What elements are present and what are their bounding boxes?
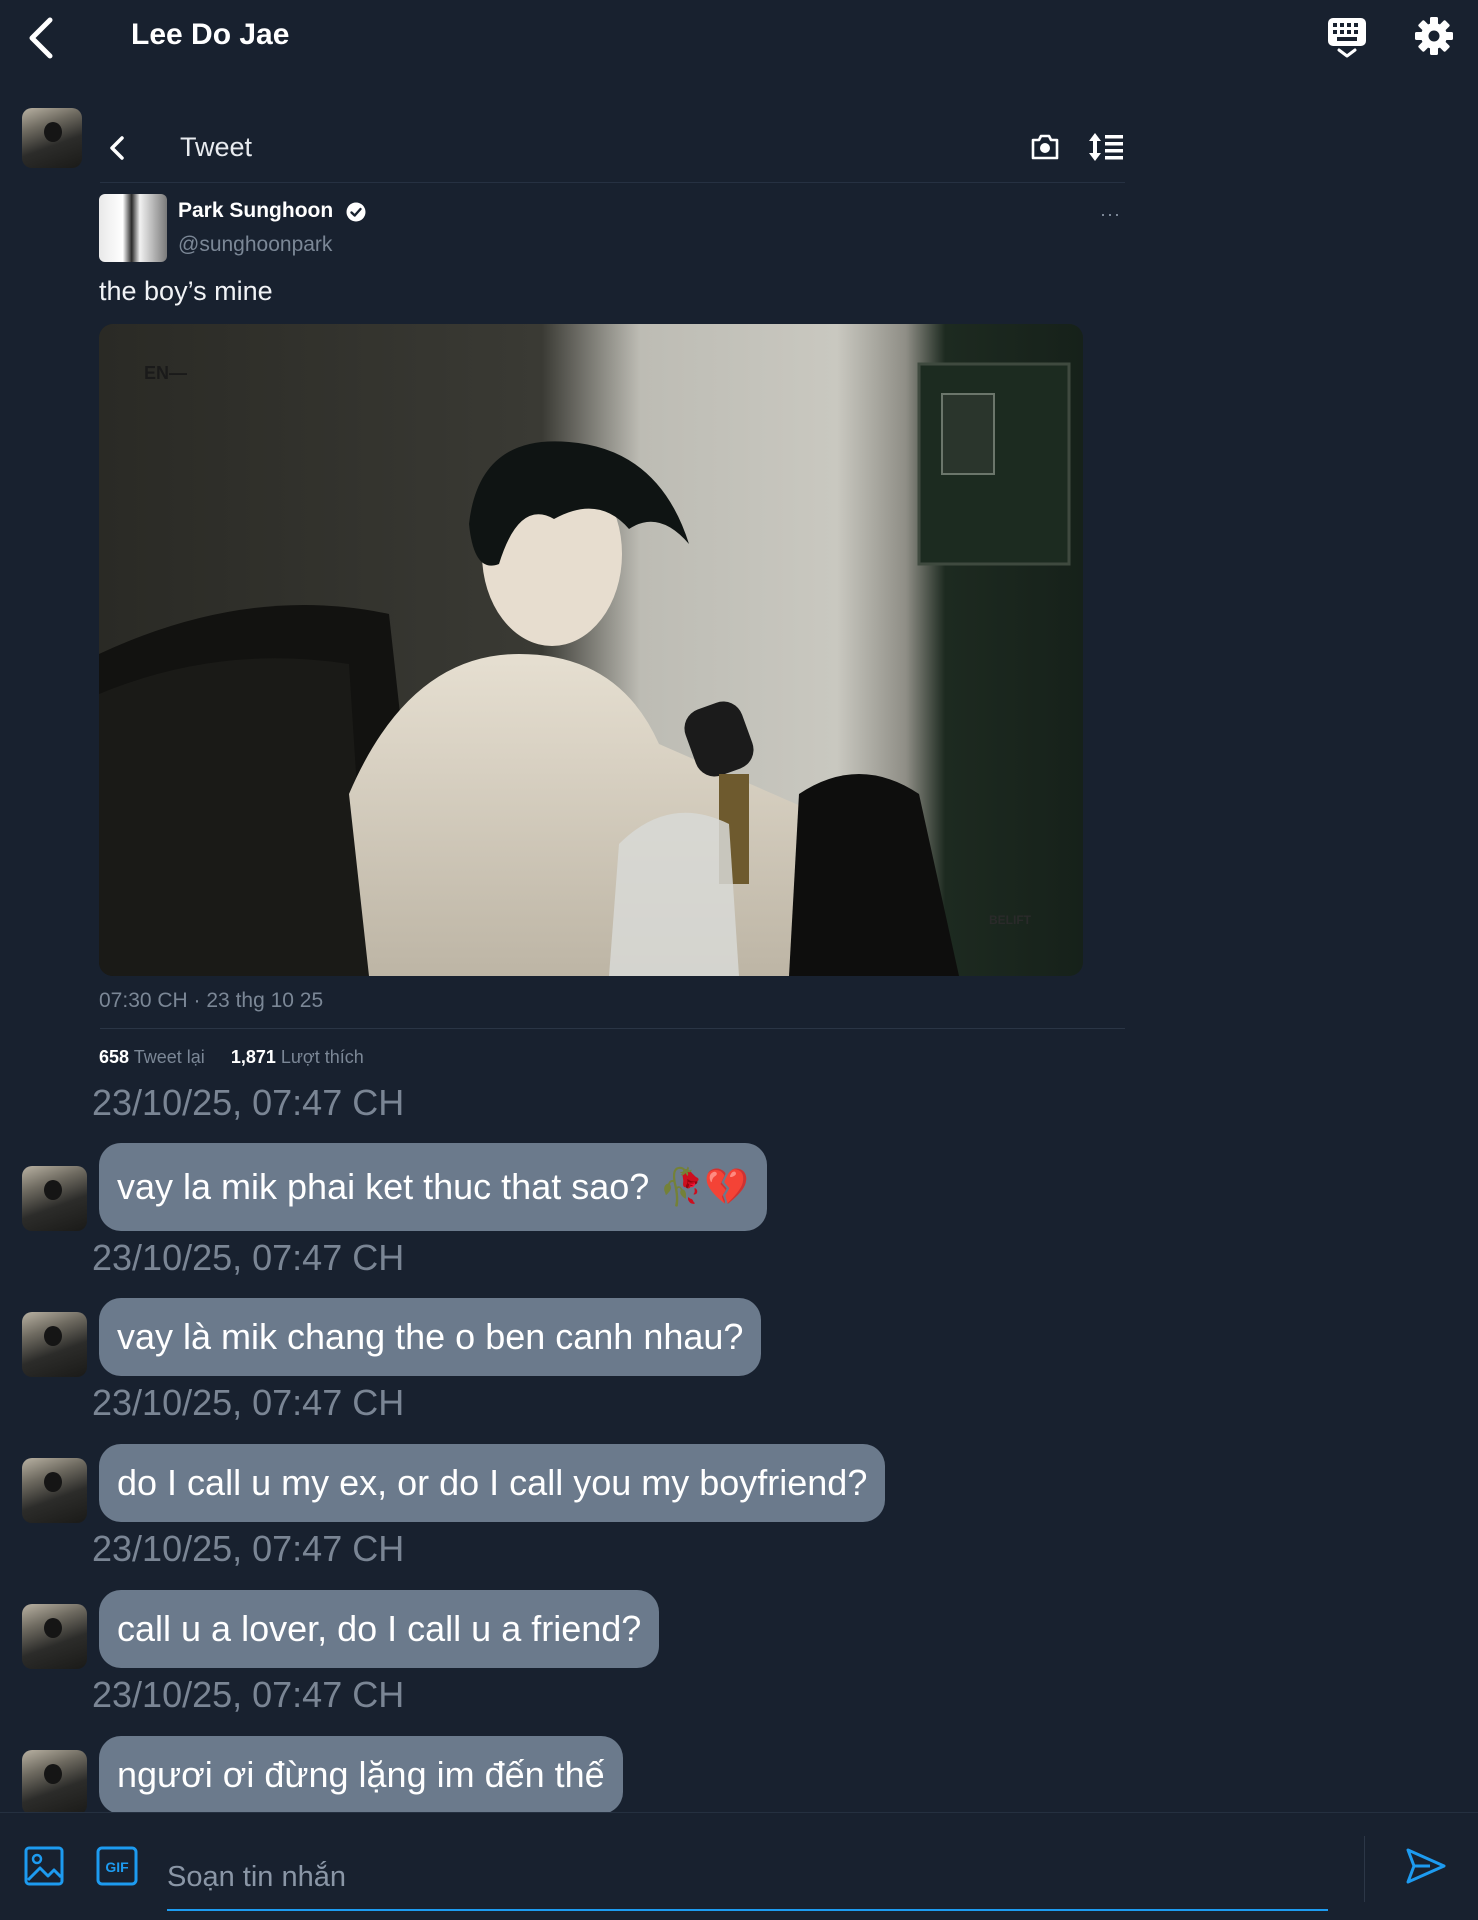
tweet-author-handle: @sunghoonpark	[178, 233, 333, 256]
tweet-back-button[interactable]	[104, 132, 130, 164]
message-bubble[interactable]: ngươi ơi đừng lặng im đến thế	[99, 1736, 623, 1814]
sort-button[interactable]	[1089, 131, 1125, 163]
gif-icon: GIF	[96, 1846, 138, 1886]
attach-gif-button[interactable]: GIF	[96, 1846, 138, 1886]
tweet-text: the boy’s mine	[99, 276, 273, 306]
like-label[interactable]: Lượt thích	[281, 1047, 364, 1067]
message-timestamp: 23/10/25, 07:47 CH	[92, 1237, 405, 1278]
verified-badge	[346, 202, 366, 222]
message-bubble[interactable]: vay là mik chang the o ben canh nhau?	[99, 1298, 762, 1376]
attach-image-button[interactable]	[24, 1846, 64, 1886]
message-bubble[interactable]: call u a lover, do I call u a friend?	[99, 1590, 660, 1668]
photo-illustration: EN— BELIFT	[99, 324, 1083, 976]
sender-avatar[interactable]	[22, 108, 82, 168]
verified-badge-icon	[346, 202, 366, 222]
tweet-stats: 658 Tweet lại 1,871 Lượt thích	[99, 1047, 364, 1068]
message-timestamp: 23/10/25, 07:47 CH	[92, 1674, 405, 1715]
retweet-label[interactable]: Tweet lại	[134, 1047, 205, 1067]
message-bubble[interactable]: do I call u my ex, or do I call you my b…	[99, 1444, 886, 1522]
tweet-author-avatar[interactable]	[99, 194, 167, 262]
camera-icon	[1031, 134, 1059, 160]
message-input[interactable]	[167, 1845, 1328, 1911]
divider	[100, 1028, 1125, 1029]
message-timestamp: 23/10/25, 07:47 CH	[92, 1382, 405, 1423]
sender-avatar[interactable]	[22, 1166, 87, 1231]
settings-button[interactable]	[1414, 16, 1454, 56]
keyboard-icon	[1328, 18, 1366, 58]
tweet-header-title: Tweet	[180, 132, 253, 162]
back-button[interactable]	[22, 14, 62, 62]
back-arrow-icon	[110, 136, 124, 160]
tweet-photo[interactable]: EN— BELIFT	[99, 324, 1083, 976]
divider	[100, 182, 1125, 183]
message-timestamp: 23/10/25, 07:47 CH	[92, 1528, 405, 1569]
divider	[1364, 1836, 1365, 1902]
more-options-button[interactable]: ···	[1100, 204, 1121, 225]
message-bubble[interactable]: vay la mik phai ket thuc that sao? 🥀💔	[99, 1143, 767, 1231]
gear-icon	[1415, 17, 1453, 55]
keyboard-button[interactable]	[1326, 16, 1368, 60]
sender-avatar[interactable]	[22, 1312, 87, 1377]
image-icon	[24, 1846, 64, 1886]
sender-avatar[interactable]	[22, 1458, 87, 1523]
retweet-count[interactable]: 658	[99, 1047, 129, 1067]
conversation-title: Lee Do Jae	[131, 18, 290, 51]
message-timestamp: 23/10/25, 07:47 CH	[92, 1082, 405, 1123]
back-arrow-icon	[29, 17, 53, 59]
send-icon	[1406, 1848, 1446, 1884]
tweet-timestamp: 07:30 CH · 23 thg 10 25	[99, 989, 324, 1012]
photo-watermark: EN—	[144, 363, 187, 383]
like-count[interactable]: 1,871	[231, 1047, 276, 1067]
sender-avatar[interactable]	[22, 1750, 87, 1815]
photo-logo: BELIFT	[989, 913, 1032, 927]
screenshot-button[interactable]	[1029, 131, 1061, 163]
sort-icon	[1089, 133, 1123, 161]
send-button[interactable]	[1404, 1844, 1448, 1888]
tweet-author-name[interactable]: Park Sunghoon	[178, 199, 333, 223]
sender-avatar[interactable]	[22, 1604, 87, 1669]
gif-label: GIF	[105, 1859, 129, 1875]
